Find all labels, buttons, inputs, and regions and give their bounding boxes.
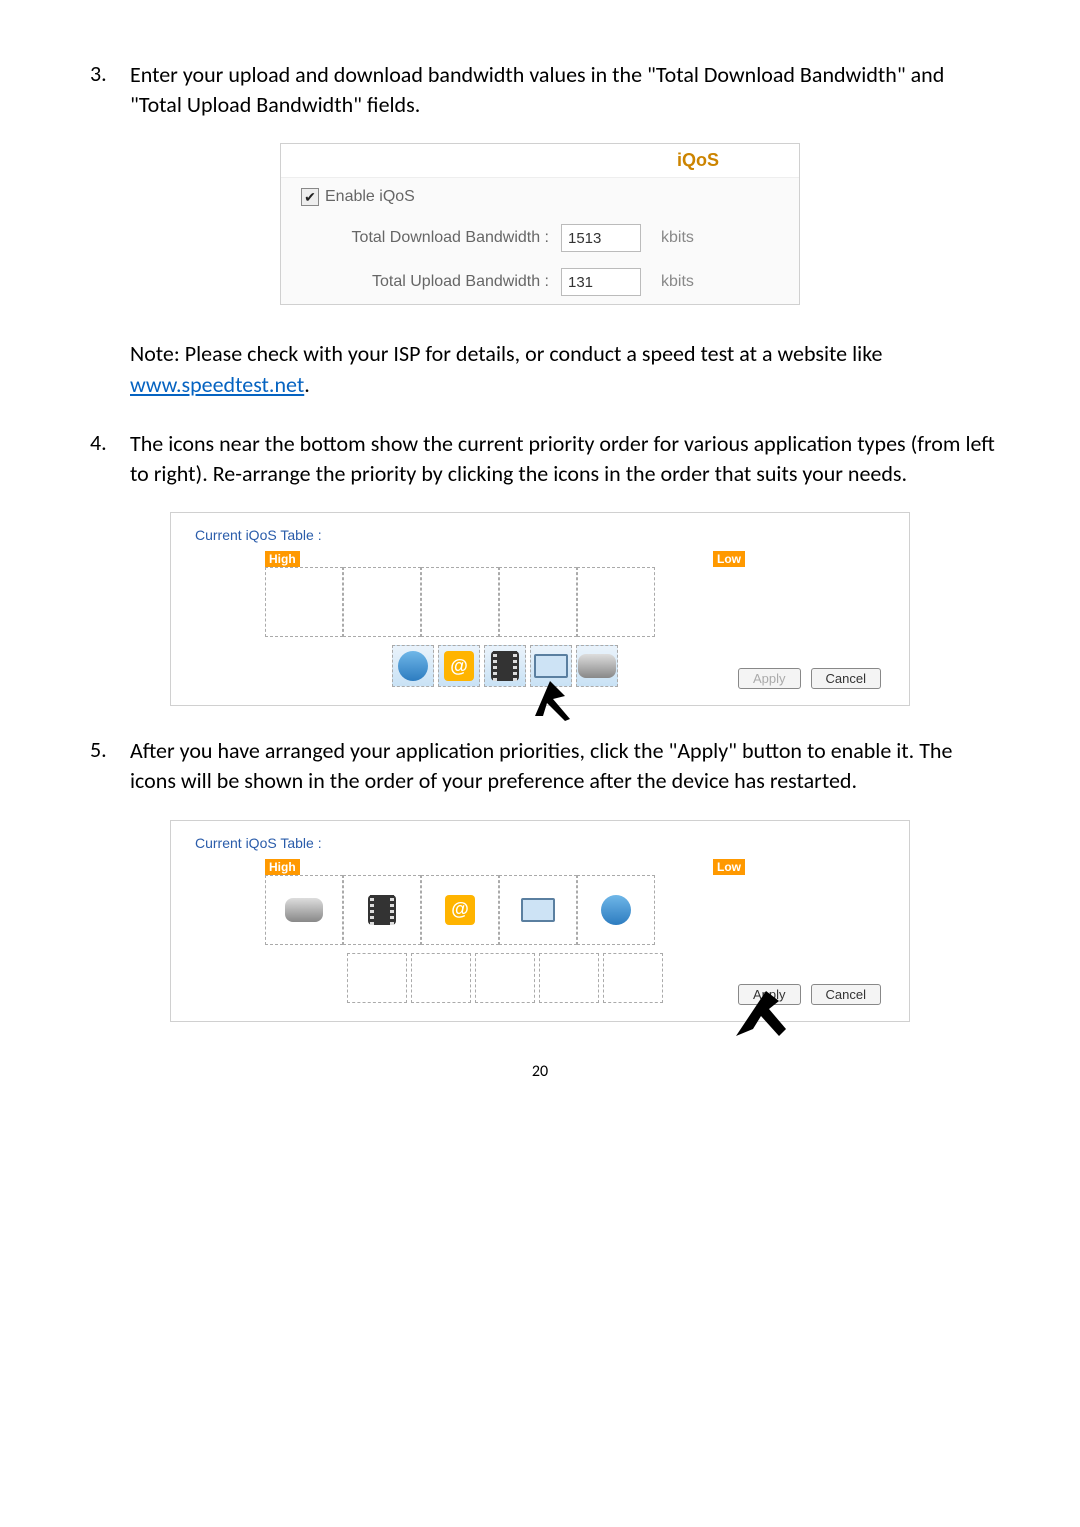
priority-slots xyxy=(265,567,745,637)
apply-button[interactable]: Apply xyxy=(738,668,801,689)
priority-slot[interactable] xyxy=(343,567,421,637)
step-3: 3. Enter your upload and download bandwi… xyxy=(80,60,1000,119)
step-number: 5. xyxy=(80,736,130,795)
at-icon: @ xyxy=(445,895,475,925)
step-text: The icons near the bottom show the curre… xyxy=(130,429,1000,488)
high-label: High xyxy=(265,551,300,567)
arrow-icon xyxy=(525,671,575,721)
empty-slot[interactable] xyxy=(347,953,407,1003)
film-icon[interactable] xyxy=(484,645,526,687)
enable-iqos-label: Enable iQoS xyxy=(325,188,415,206)
button-row: Apply Cancel xyxy=(738,668,881,689)
empty-slot[interactable] xyxy=(603,953,663,1003)
step-text: Enter your upload and download bandwidth… xyxy=(130,60,1000,119)
priority-row: High Low @ xyxy=(265,551,745,687)
priority-slot[interactable] xyxy=(499,875,577,945)
note-suffix: . xyxy=(304,371,310,398)
at-icon[interactable]: @ xyxy=(438,645,480,687)
game-icon[interactable] xyxy=(576,645,618,687)
high-label: High xyxy=(265,859,300,875)
iqos-header: iQoS xyxy=(281,144,799,178)
download-unit: kbits xyxy=(661,229,694,247)
priority-slots-filled: @ xyxy=(265,875,745,945)
iqos-title: iQoS xyxy=(677,150,719,171)
priority-slot[interactable] xyxy=(499,567,577,637)
upload-bandwidth-row: Total Upload Bandwidth : kbits xyxy=(281,260,799,304)
step-text: After you have arranged your application… xyxy=(130,736,1000,795)
download-bandwidth-row: Total Download Bandwidth : kbits xyxy=(281,216,799,260)
speedtest-link[interactable]: www.speedtest.net xyxy=(130,371,304,398)
download-label: Total Download Bandwidth : xyxy=(301,229,561,247)
empty-slot[interactable] xyxy=(475,953,535,1003)
table-label: Current iQoS Table : xyxy=(195,835,839,851)
cancel-button[interactable]: Cancel xyxy=(811,984,881,1005)
cancel-button[interactable]: Cancel xyxy=(811,668,881,689)
icon-tray-empty xyxy=(265,953,745,1003)
table-label: Current iQoS Table : xyxy=(195,527,839,543)
enable-iqos-row[interactable]: ✔ Enable iQoS xyxy=(281,178,799,216)
note-paragraph: Note: Please check with your ISP for det… xyxy=(130,339,1000,401)
iqos-table-after: Current iQoS Table : High Low @ Apply Ca… xyxy=(170,820,910,1022)
arrow-icon xyxy=(731,981,791,1041)
priority-slot[interactable] xyxy=(577,567,655,637)
priority-slot[interactable] xyxy=(265,567,343,637)
game-icon xyxy=(285,898,323,922)
low-label: Low xyxy=(713,551,745,567)
priority-row: High Low @ xyxy=(265,859,745,1003)
priority-slot[interactable] xyxy=(265,875,343,945)
priority-labels: High Low xyxy=(265,551,745,567)
iqos-figure: iQoS ✔ Enable iQoS Total Download Bandwi… xyxy=(80,143,1000,305)
step-number: 4. xyxy=(80,429,130,488)
upload-label: Total Upload Bandwidth : xyxy=(301,273,561,291)
priority-labels: High Low xyxy=(265,859,745,875)
priority-slot[interactable] xyxy=(343,875,421,945)
download-input[interactable] xyxy=(561,224,641,252)
step-4: 4. The icons near the bottom show the cu… xyxy=(80,429,1000,488)
upload-input[interactable] xyxy=(561,268,641,296)
enable-iqos-checkbox[interactable]: ✔ xyxy=(301,188,319,206)
film-icon xyxy=(368,895,396,925)
pc-icon xyxy=(521,898,555,922)
low-label: Low xyxy=(713,859,745,875)
iqos-table-before: Current iQoS Table : High Low @ Apply Ca… xyxy=(170,512,910,706)
priority-slot[interactable] xyxy=(421,567,499,637)
upload-unit: kbits xyxy=(661,273,694,291)
priority-slot[interactable]: @ xyxy=(421,875,499,945)
page-number: 20 xyxy=(80,1062,1000,1081)
globe-icon xyxy=(601,895,631,925)
globe-icon[interactable] xyxy=(392,645,434,687)
empty-slot[interactable] xyxy=(411,953,471,1003)
priority-slot[interactable] xyxy=(577,875,655,945)
empty-slot[interactable] xyxy=(539,953,599,1003)
note-prefix: Note: Please check with your ISP for det… xyxy=(130,340,882,367)
icon-tray: @ xyxy=(265,645,745,687)
iqos-panel: iQoS ✔ Enable iQoS Total Download Bandwi… xyxy=(280,143,800,305)
step-5: 5. After you have arranged your applicat… xyxy=(80,736,1000,795)
step-number: 3. xyxy=(80,60,130,119)
